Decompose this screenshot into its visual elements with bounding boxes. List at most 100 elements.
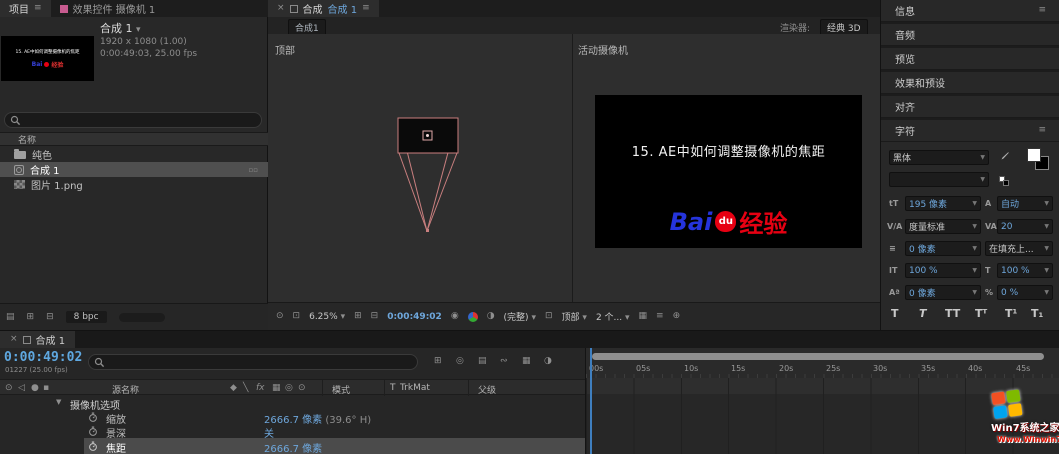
column-mode[interactable]: 模式 [332, 383, 350, 396]
footer-slider[interactable] [118, 312, 165, 322]
show-channel-icon[interactable] [467, 311, 478, 322]
eyedropper-icon[interactable] [999, 151, 1010, 162]
column-source-name[interactable]: 源名称 [112, 383, 139, 396]
mask-visibility-icon[interactable]: ⊟ [371, 312, 379, 321]
panel-audio[interactable]: 音频 [881, 24, 1059, 46]
faux-italic-button[interactable]: T [919, 307, 927, 320]
graph-editor-icon[interactable]: ◑ [544, 357, 552, 366]
view-select[interactable]: 顶部 ▾ [562, 310, 587, 323]
project-search-input[interactable] [4, 112, 262, 128]
panel-info[interactable]: 信息 ≡ [881, 0, 1059, 22]
default-colors-swatch[interactable] [1003, 180, 1009, 186]
delete-icon[interactable]: ⊟ [46, 312, 54, 322]
always-preview-icon[interactable]: ⊙ [276, 312, 284, 321]
stopwatch-icon[interactable] [88, 426, 98, 437]
time-navigator-bar[interactable] [592, 353, 1044, 360]
horizontal-scale-select[interactable]: 100 % ▼ [997, 263, 1053, 278]
comp-flyout-icon[interactable]: ▾ [136, 26, 141, 35]
property-row-depth-of-field[interactable]: 景深 关 [0, 424, 585, 440]
view-layout-select[interactable]: 2 个... ▾ [596, 310, 630, 323]
fill-color-swatch[interactable] [1027, 148, 1041, 162]
tab-composition[interactable]: × 合成 合成 1 ≡ [268, 0, 379, 17]
kerning-value[interactable]: 度量标准 [909, 220, 945, 233]
kerning-select[interactable]: 度量标准 ▼ [905, 219, 981, 234]
list-item-comp[interactable]: 合成 1 ▫▫ [0, 162, 268, 177]
superscript-button[interactable]: T¹ [1005, 307, 1017, 320]
panel-effects-presets[interactable]: 效果和预设 [881, 72, 1059, 94]
flowchart-icon[interactable]: ⊕ [673, 312, 681, 321]
twirl-open-icon[interactable]: ▼ [56, 399, 61, 406]
viewports[interactable]: 顶部 活动摄像机 15. AE中如何调整摄像机的焦距 Bai du 经验 [268, 34, 880, 302]
leading-select[interactable]: 自动 ▼ [997, 196, 1053, 211]
interpret-footage-icon[interactable]: ▤ [6, 312, 15, 322]
grid-guides-icon[interactable]: ⊞ [354, 312, 362, 321]
tracking-value[interactable]: 20 [1001, 222, 1012, 232]
bit-depth-button[interactable]: 8 bpc [65, 311, 107, 323]
baseline-shift-select[interactable]: 0 像素 ▼ [905, 285, 981, 300]
panel-preview[interactable]: 预览 [881, 48, 1059, 70]
panel-menu-icon[interactable]: ≡ [1038, 126, 1046, 135]
zoom-select[interactable]: 6.25% ▾ [309, 312, 345, 322]
vertical-scale-select[interactable]: 100 % ▼ [905, 263, 981, 278]
composition-frame[interactable]: 15. AE中如何调整摄像机的焦距 Bai du 经验 [595, 95, 862, 248]
comp-name[interactable]: 合成 1 [100, 22, 133, 35]
stopwatch-icon[interactable] [88, 412, 98, 423]
list-item-image[interactable]: 图片 1.png [0, 177, 268, 192]
property-row-focus-distance[interactable]: 焦距 2666.7 像素 [0, 438, 585, 454]
property-value[interactable]: 2666.7 像素 [264, 440, 322, 454]
stroke-width-value[interactable]: 0 像素 [909, 242, 936, 255]
stroke-style-select[interactable]: 在填充上... ▼ [985, 241, 1053, 256]
vertical-scale-value[interactable]: 100 % [909, 266, 938, 276]
panel-menu-icon[interactable]: ≡ [34, 4, 42, 13]
stroke-style-value[interactable]: 在填充上... [989, 242, 1034, 255]
motion-blur-icon[interactable]: ▦ [522, 357, 531, 366]
close-icon[interactable]: × [277, 4, 285, 13]
small-caps-button[interactable]: Tᵀ [975, 307, 987, 320]
current-time-indicator[interactable] [590, 348, 592, 454]
hide-shy-layers-icon[interactable]: ▤ [478, 357, 487, 366]
magnification-icon[interactable]: ⊡ [293, 312, 301, 321]
horizontal-scale-value[interactable]: 100 % [1001, 266, 1030, 276]
stroke-width-select[interactable]: 0 像素 ▼ [905, 241, 981, 256]
column-trkmat-t[interactable]: T [390, 383, 396, 393]
draft-3d-icon[interactable]: ◎ [456, 357, 464, 366]
new-folder-icon[interactable]: ⊞ [27, 312, 35, 322]
tracking-select[interactable]: 20 ▼ [997, 219, 1053, 234]
camera-options-group-row[interactable]: ▼ 摄像机选项 [0, 396, 585, 413]
column-name[interactable]: 名称 [18, 133, 36, 146]
property-row-zoom[interactable]: 缩放 2666.7 像素 (39.6° H) [0, 410, 585, 426]
timeline-button-icon[interactable]: ≡ [656, 312, 664, 321]
tsume-select[interactable]: 0 % ▼ [997, 285, 1053, 300]
font-size-select[interactable]: 195 像素 ▼ [905, 196, 981, 211]
timeline-search-input[interactable] [88, 354, 418, 370]
font-size-value[interactable]: 195 像素 [909, 197, 947, 210]
panel-menu-icon[interactable]: ≡ [362, 4, 370, 13]
column-trkmat[interactable]: TrkMat [400, 383, 430, 393]
tab-effect-controls[interactable]: 效果控件 摄像机 1 [51, 0, 165, 17]
current-time-display[interactable]: 0:00:49:02 [4, 350, 82, 365]
frame-blending-icon[interactable]: ∾ [500, 357, 508, 366]
camera-wireframe[interactable] [268, 34, 572, 302]
panel-character[interactable]: 字符 ≡ [881, 120, 1059, 142]
stopwatch-icon[interactable] [88, 441, 98, 452]
tab-project[interactable]: 项目 ≡ [0, 0, 51, 17]
column-parent[interactable]: 父级 [478, 383, 496, 396]
subscript-button[interactable]: T₁ [1031, 307, 1043, 320]
exposure-icon[interactable]: ◑ [487, 312, 495, 321]
snapshot-icon[interactable]: ◉ [451, 312, 459, 321]
font-family-select[interactable]: 黑体 ▼ [889, 150, 989, 165]
faux-bold-button[interactable]: T [891, 307, 899, 320]
tab-timeline-comp[interactable]: × 合成 1 [0, 331, 76, 348]
panel-menu-icon[interactable]: ≡ [1038, 6, 1046, 15]
resolution-select[interactable]: (完整) ▾ [504, 310, 536, 323]
leading-value[interactable]: 自动 [1001, 197, 1019, 210]
preview-time-display[interactable]: 0:00:49:02 [387, 312, 442, 322]
tsume-value[interactable]: 0 % [1001, 288, 1018, 298]
list-item-solid[interactable]: 纯色 [0, 147, 268, 162]
timeline-ruler[interactable]: 00s 05s 10s 15s 20s 25s 30s 35s 40s 45s [586, 364, 1059, 378]
region-of-interest-icon[interactable]: ⊡ [545, 312, 553, 321]
baseline-shift-value[interactable]: 0 像素 [909, 286, 936, 299]
close-icon[interactable]: × [10, 335, 18, 344]
all-caps-button[interactable]: TT [945, 307, 960, 320]
panel-align[interactable]: 对齐 [881, 96, 1059, 118]
